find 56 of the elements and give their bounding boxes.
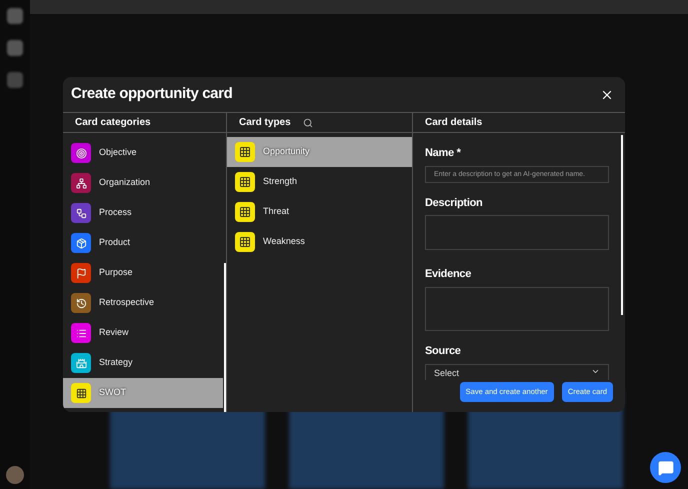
scrollbar[interactable] <box>224 263 226 412</box>
category-icon <box>71 203 91 223</box>
category-icon <box>71 323 91 343</box>
column-heading: Card types <box>239 116 291 130</box>
field-label: Evidence <box>425 267 472 282</box>
source-select[interactable]: Select <box>425 364 609 380</box>
category-item[interactable]: Review <box>63 318 223 348</box>
category-icon <box>71 233 91 253</box>
category-label: SWOT <box>99 386 126 400</box>
description-field[interactable] <box>425 215 609 250</box>
field-label: Source <box>425 344 462 360</box>
chat-icon <box>658 460 674 476</box>
nav-icon <box>7 8 23 24</box>
category-item[interactable]: Objective <box>63 138 223 168</box>
column-heading: Card categories <box>75 116 151 130</box>
category-item[interactable]: Product <box>63 228 223 258</box>
column-heading: Card details <box>425 116 482 130</box>
category-item[interactable]: Retrospective <box>63 288 223 318</box>
scrollbar[interactable] <box>621 135 623 315</box>
evidence-field[interactable] <box>425 286 609 332</box>
card-type-item[interactable]: Strength <box>227 167 412 197</box>
grid-icon <box>235 202 255 222</box>
category-label: Strategy <box>99 356 133 370</box>
category-label: Retrospective <box>99 296 154 310</box>
card-type-label: Weakness <box>263 235 305 248</box>
category-label: Purpose <box>99 266 133 280</box>
card-type-item[interactable]: Threat <box>227 197 412 227</box>
category-item[interactable]: Organization <box>63 168 223 198</box>
nav-icon <box>7 40 23 56</box>
category-label: Organization <box>99 176 150 190</box>
category-label: Review <box>99 326 129 340</box>
category-label: Process <box>99 206 132 220</box>
category-icon <box>71 353 91 373</box>
category-icon <box>71 143 91 163</box>
category-icon <box>71 263 91 283</box>
search-icon[interactable] <box>302 118 313 128</box>
grid-icon <box>235 142 255 162</box>
card-type-label: Strength <box>263 175 298 188</box>
dialog-title: Create opportunity card <box>71 84 232 104</box>
field-label: Description <box>425 196 484 211</box>
card-type-label: Opportunity <box>263 145 310 158</box>
card-type-label: Threat <box>263 205 290 218</box>
category-item[interactable]: Purpose <box>63 258 223 288</box>
category-icon <box>71 293 91 313</box>
grid-icon <box>235 172 255 192</box>
category-item[interactable]: Strategy <box>63 348 223 378</box>
category-icon <box>71 173 91 193</box>
chat-button[interactable] <box>650 452 681 483</box>
category-item[interactable]: Process <box>63 198 223 228</box>
category-label: Objective <box>99 146 137 160</box>
category-icon <box>71 383 91 403</box>
grid-icon <box>235 232 255 252</box>
field-label: Name * <box>425 146 462 161</box>
nav-icon <box>7 72 23 88</box>
card-type-item[interactable]: Weakness <box>227 227 412 257</box>
category-label: Product <box>99 236 130 250</box>
